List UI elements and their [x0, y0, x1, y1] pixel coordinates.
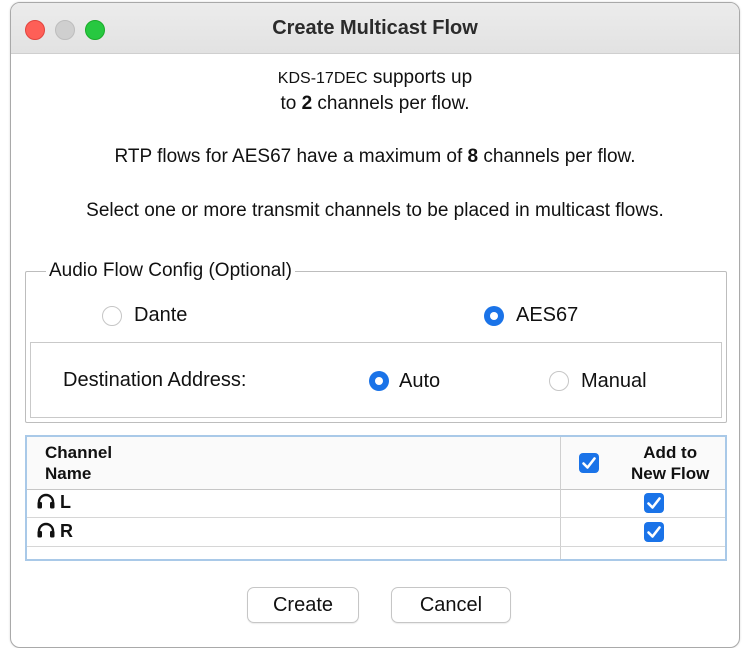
aes67-label[interactable]: AES67 [516, 304, 578, 327]
channels-prefix: to [280, 93, 302, 114]
channel-table: Channel Name Add to New Flow L R [25, 435, 727, 561]
channel-header-line2: Name [45, 464, 92, 483]
channel-header-line1: Channel [45, 443, 113, 462]
dante-radio[interactable] [102, 306, 122, 326]
headphones-icon [37, 522, 55, 538]
device-support-line1: KDS-17DEC supports up [11, 67, 739, 89]
window-title: Create Multicast Flow [272, 17, 478, 39]
audio-flow-config-group: Audio Flow Config (Optional) Dante AES67… [25, 260, 727, 423]
channel-name: L [60, 492, 72, 512]
channel-name-header[interactable]: Channel Name [45, 442, 112, 484]
device-support-line2: to 2 channels per flow. [11, 93, 739, 115]
create-multicast-flow-dialog: Create Multicast Flow KDS-17DEC supports… [10, 2, 740, 648]
channel-name-cell: L [37, 492, 71, 513]
max-channels-aes67: 8 [467, 146, 479, 167]
channels-suffix: channels per flow. [312, 93, 470, 114]
rtp-suffix: channels per flow. [478, 146, 636, 167]
rtp-limit-text: RTP flows for AES67 have a maximum of 8 … [11, 146, 739, 168]
instruction-text: Select one or more transmit channels to … [86, 200, 664, 221]
supports-text: supports up [367, 67, 473, 88]
channel-name-cell: R [37, 521, 73, 542]
manual-radio[interactable] [549, 371, 569, 391]
select-all-checkbox[interactable] [579, 453, 599, 473]
add-to-new-flow-header[interactable]: Add to New Flow [631, 442, 709, 484]
cancel-button[interactable]: Cancel [391, 587, 511, 623]
headphones-icon [37, 493, 55, 509]
add-to-flow-checkbox[interactable] [644, 493, 664, 513]
max-channels-device: 2 [301, 93, 313, 114]
create-button[interactable]: Create [247, 587, 359, 623]
manual-label[interactable]: Manual [581, 370, 647, 393]
checkmark-icon [647, 497, 661, 509]
add-header-line1: Add to [643, 443, 698, 462]
table-header: Channel Name Add to New Flow [27, 437, 725, 490]
checkmark-icon [582, 457, 596, 469]
device-model: KDS-17DEC [277, 70, 368, 87]
add-header-line2: New Flow [631, 464, 710, 483]
aes67-radio[interactable] [484, 306, 504, 326]
table-row[interactable]: R [27, 518, 725, 547]
checkmark-icon [647, 526, 661, 538]
destination-address-group: Destination Address: Auto Manual [30, 342, 722, 418]
title-bar: Create Multicast Flow [11, 3, 739, 54]
auto-label[interactable]: Auto [399, 370, 440, 393]
table-row[interactable]: L [27, 489, 725, 518]
channel-name: R [60, 521, 74, 541]
auto-radio[interactable] [369, 371, 389, 391]
rtp-prefix: RTP flows for AES67 have a maximum of [114, 146, 468, 167]
add-to-flow-checkbox[interactable] [644, 522, 664, 542]
dante-label[interactable]: Dante [134, 304, 187, 327]
audio-flow-config-legend: Audio Flow Config (Optional) [46, 260, 295, 282]
destination-address-label: Destination Address: [63, 369, 247, 391]
